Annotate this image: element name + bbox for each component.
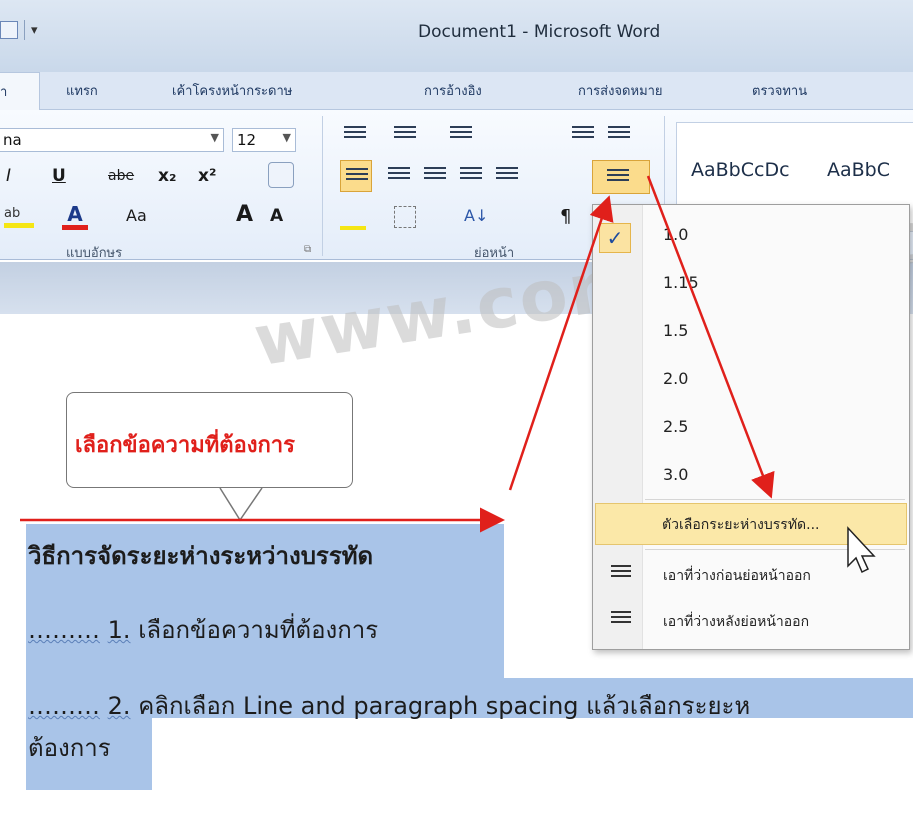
tab-insert[interactable]: แทรก — [66, 80, 98, 101]
quick-access-toolbar: ▾ — [0, 20, 38, 40]
document-heading[interactable]: วิธีการจัดระยะห่างระหว่างบรรทัด — [28, 536, 373, 575]
menu-item-1-5[interactable]: 1.5 — [593, 311, 909, 353]
menu-separator — [645, 549, 905, 550]
font-name-box[interactable]: na ▼ — [0, 128, 224, 152]
style-no-spacing[interactable]: AaBbC — [827, 159, 890, 181]
italic-button[interactable]: I — [6, 166, 11, 186]
justify-icon[interactable] — [460, 167, 482, 185]
font-size-value: 12 — [237, 131, 257, 149]
menu-item-3-0[interactable]: 3.0 — [593, 455, 909, 497]
callout-tail — [219, 487, 263, 522]
tab-home-label: า — [0, 85, 8, 100]
font-name-value: na — [3, 131, 22, 149]
save-icon[interactable] — [0, 21, 18, 39]
font-size-box[interactable]: 12 ▼ — [232, 128, 296, 152]
document-line-2[interactable]: ……… 2. คลิกเลือก Line and paragraph spac… — [28, 686, 750, 725]
clear-format-icon[interactable] — [268, 162, 294, 188]
line-spacing-menu: ✓ 1.0 1.15 1.5 2.0 2.5 3.0 ตัวเลือกระยะห… — [592, 204, 910, 650]
change-case-button[interactable]: Aa — [126, 206, 147, 225]
tab-references[interactable]: การอ้างอิง — [424, 80, 482, 101]
menu-item-label: 1.5 — [663, 321, 689, 340]
line-spacing-button[interactable] — [592, 160, 650, 194]
multilevel-list-icon[interactable] — [450, 126, 472, 144]
menu-item-label: ตัวเลือกระยะห่างบรรทัด... — [662, 517, 820, 533]
menu-item-1-15[interactable]: 1.15 — [593, 263, 909, 305]
tab-mailings[interactable]: การส่งจดหมาย — [578, 80, 663, 101]
callout-box: เลือกข้อความที่ต้องการ — [66, 392, 353, 488]
chevron-down-icon: ▼ — [282, 131, 291, 144]
align-left-icon — [346, 168, 368, 186]
step-text: เลือกข้อความที่ต้องการ — [138, 616, 379, 644]
line-spacing-icon — [607, 169, 629, 187]
toolbar-divider — [24, 20, 25, 40]
decrease-indent-icon[interactable] — [572, 126, 594, 144]
remove-space-after-item[interactable]: เอาที่ว่างหลังย่อหน้าออก — [593, 601, 909, 643]
menu-item-label: เอาที่ว่างหลังย่อหน้าออก — [663, 614, 810, 630]
checkmark-icon: ✓ — [599, 223, 631, 253]
menu-item-label: 1.15 — [663, 273, 699, 292]
tab-review[interactable]: ตรวจทาน — [752, 80, 807, 101]
menu-item-2-0[interactable]: 2.0 — [593, 359, 909, 401]
font-group-label: แบบอักษร — [66, 246, 123, 261]
underline-button[interactable]: U — [52, 166, 66, 186]
subscript-button[interactable]: x₂ — [158, 166, 176, 186]
tab-home[interactable]: า — [0, 72, 40, 111]
menu-item-label: 2.0 — [663, 369, 689, 388]
distributed-icon[interactable] — [496, 167, 518, 185]
show-marks-icon[interactable]: ¶ — [560, 206, 571, 227]
step-number: 2. — [107, 692, 131, 720]
menu-separator — [645, 499, 905, 500]
word-window: ▾ Document1 - Microsoft Word า แทรก เค้า… — [0, 0, 913, 813]
strikethrough-button[interactable]: abe — [108, 168, 134, 184]
dots-leader: ……… — [28, 692, 100, 720]
customize-toolbar-icon[interactable]: ▾ — [31, 23, 38, 38]
menu-item-label: เอาที่ว่างก่อนย่อหน้าออก — [663, 568, 811, 584]
increase-indent-icon[interactable] — [608, 126, 630, 144]
grow-font-button[interactable]: A — [236, 202, 253, 227]
shading-icon[interactable] — [340, 206, 366, 230]
space-after-icon — [611, 611, 631, 633]
align-right-icon[interactable] — [424, 167, 446, 185]
dots-leader: ……… — [28, 616, 100, 644]
sort-button[interactable]: A↓ — [464, 206, 488, 225]
ribbon-tabs: า แทรก เค้าโครงหน้ากระดาษ การอ้างอิง การ… — [0, 72, 913, 111]
align-center-icon[interactable] — [388, 167, 410, 185]
document-line-3[interactable]: ต้องการ — [28, 728, 111, 767]
title-bar: ▾ Document1 - Microsoft Word — [0, 0, 913, 72]
remove-space-before-item[interactable]: เอาที่ว่างก่อนย่อหน้าออก — [593, 555, 909, 597]
borders-icon[interactable] — [394, 206, 416, 228]
step-number: 1. — [107, 616, 131, 644]
line-spacing-options-item[interactable]: ตัวเลือกระยะห่างบรรทัด... — [595, 503, 907, 545]
space-before-icon — [611, 565, 631, 587]
tab-page-layout[interactable]: เค้าโครงหน้ากระดาษ — [172, 80, 292, 101]
step-text: คลิกเลือก Line and paragraph spacing แล้… — [138, 692, 751, 720]
shrink-font-button[interactable]: A — [270, 206, 283, 226]
numbering-icon[interactable] — [394, 126, 416, 144]
font-color-icon[interactable]: A — [62, 202, 88, 230]
menu-item-2-5[interactable]: 2.5 — [593, 407, 909, 449]
menu-item-1-0[interactable]: ✓ 1.0 — [593, 215, 909, 257]
menu-item-label: 2.5 — [663, 417, 689, 436]
menu-item-label: 1.0 — [663, 225, 689, 244]
group-divider — [322, 116, 323, 256]
window-title: Document1 - Microsoft Word — [418, 22, 661, 42]
align-left-button[interactable] — [340, 160, 372, 192]
highlight-color-icon[interactable]: ab — [4, 206, 34, 228]
chevron-down-icon: ▼ — [210, 131, 219, 144]
document-line-1[interactable]: ……… 1. เลือกข้อความที่ต้องการ — [28, 610, 378, 649]
superscript-button[interactable]: x² — [198, 166, 216, 186]
callout-text: เลือกข้อความที่ต้องการ — [75, 433, 295, 458]
bullets-icon[interactable] — [344, 126, 366, 144]
style-normal[interactable]: AaBbCcDc — [691, 159, 790, 181]
menu-item-label: 3.0 — [663, 465, 689, 484]
dialog-launcher-icon[interactable]: ⧉ — [304, 244, 311, 255]
